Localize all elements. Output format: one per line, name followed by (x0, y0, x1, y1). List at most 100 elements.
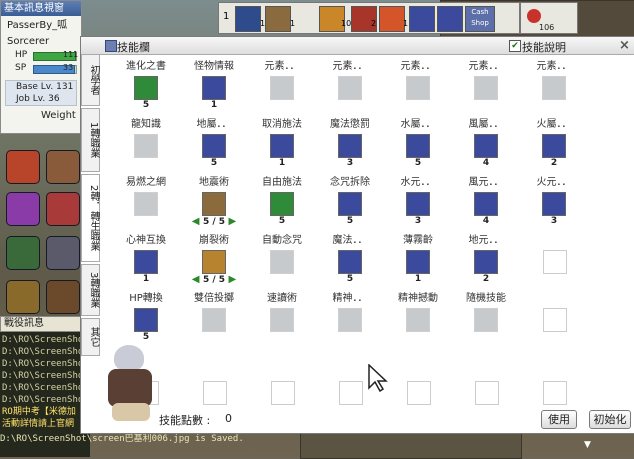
skill-slot[interactable]: 地元．． 2 (453, 235, 519, 293)
skill-icon[interactable] (202, 134, 226, 158)
potion-slot[interactable]: 106 (520, 2, 578, 34)
skill-slot[interactable]: 火元．． 3 (521, 177, 587, 235)
chat-title[interactable]: 戰役訊息 (0, 316, 90, 332)
party-icon[interactable] (6, 192, 40, 226)
chat-line-2: D:\RO\ScreenShot (2, 347, 88, 357)
skill-slot[interactable]: 自由施法 5 (249, 177, 315, 235)
character-icon[interactable] (46, 150, 80, 184)
skill-slot[interactable]: 自動念咒 (249, 235, 315, 293)
skill-icon[interactable] (474, 76, 498, 100)
skill-slot[interactable]: 元素．． (453, 61, 519, 119)
skill-slot[interactable]: 風元．． 4 (453, 177, 519, 235)
use-button[interactable]: 使用 (541, 410, 577, 429)
close-icon[interactable]: × (619, 38, 630, 53)
skill-icon[interactable] (474, 134, 498, 158)
hotbar-slot-5[interactable] (379, 6, 405, 32)
skill-slot[interactable]: 薄霧齡 1 (385, 235, 451, 293)
skill-icon[interactable] (474, 192, 498, 216)
skill-icon[interactable] (134, 192, 158, 216)
increase-level-icon[interactable]: ▶ (225, 216, 237, 227)
skill-icon[interactable] (338, 134, 362, 158)
skill-slot[interactable]: 精神撼動 (385, 293, 451, 351)
skill-slot[interactable]: 元素．． (249, 61, 315, 119)
skill-slot[interactable]: 元素．． (521, 61, 587, 119)
skill-slot[interactable]: 元素．． (385, 61, 451, 119)
equipment-icon[interactable] (6, 150, 40, 184)
skill-icon[interactable] (406, 250, 430, 274)
skill-window-titlebar[interactable]: 技能欄 ✔ 技能說明 × (81, 37, 634, 55)
reset-button[interactable]: 初始化 (589, 410, 631, 429)
skill-slot[interactable]: HP轉換 5 (113, 293, 179, 351)
chat-scroll-down-icon[interactable]: ▼ (584, 440, 591, 450)
hotbar-slot-7[interactable] (437, 6, 463, 32)
skill-icon[interactable] (202, 192, 226, 216)
skill-desc-checkbox[interactable]: ✔ (509, 40, 521, 52)
skill-slot[interactable]: 念咒拆除 5 (317, 177, 383, 235)
skill-icon[interactable] (202, 308, 226, 332)
skill-icon[interactable] (406, 308, 430, 332)
skill-slot[interactable]: 風屬．． 4 (453, 119, 519, 177)
skill-icon[interactable] (474, 308, 498, 332)
skill-icon[interactable] (134, 308, 158, 332)
skill-icon[interactable] (202, 76, 226, 100)
skill-icon[interactable] (134, 134, 158, 158)
tab-first-job[interactable]: 1轉職業 (81, 108, 100, 172)
skill-slot[interactable]: 心神互換 1 (113, 235, 179, 293)
skill-slot[interactable]: 魔法．． 5 (317, 235, 383, 293)
skill-icon[interactable] (134, 250, 158, 274)
skill-icon[interactable] (338, 250, 362, 274)
skill-icon[interactable] (270, 134, 294, 158)
skill-slot[interactable]: 崩裂術 ◀ 5 / 5 ▶ (181, 235, 247, 293)
skill-slot[interactable]: 易燃之網 (113, 177, 179, 235)
skill-slot[interactable]: 隨機技能 (453, 293, 519, 351)
guild-icon[interactable] (46, 192, 80, 226)
tab-second-job[interactable]: 2轉．轉生職業 (81, 174, 100, 262)
map-flag-icon[interactable] (6, 236, 40, 270)
skill-slot[interactable]: 魔法懲罰 3 (317, 119, 383, 177)
skill-icon[interactable] (270, 192, 294, 216)
skill-slot[interactable]: 精神．． (317, 293, 383, 351)
skill-icon[interactable] (270, 76, 294, 100)
tab-novice[interactable]: 初學者 (81, 54, 100, 106)
skill-icon[interactable] (542, 76, 566, 100)
skill-slot[interactable]: 火屬．． 2 (521, 119, 587, 177)
decrease-level-icon[interactable]: ◀ (192, 216, 203, 227)
skill-icon[interactable] (338, 308, 362, 332)
tab-other[interactable]: 其它 (81, 318, 100, 356)
increase-level-icon[interactable]: ▶ (225, 274, 237, 285)
cash-shop-button[interactable]: Cash Shop (465, 6, 495, 32)
tab-third-job[interactable]: 3轉職業 (81, 264, 100, 316)
hotbar-slot-6[interactable] (409, 6, 435, 32)
skill-icon[interactable] (542, 134, 566, 158)
skill-slot[interactable]: 地震術 ◀ 5 / 5 ▶ (181, 177, 247, 235)
skill-icon[interactable] (542, 192, 566, 216)
empty-skill-slot (271, 381, 295, 405)
skill-icon[interactable] (406, 134, 430, 158)
skill-slot[interactable]: 地屬．． 5 (181, 119, 247, 177)
decrease-level-icon[interactable]: ◀ (192, 274, 203, 285)
skill-icon[interactable] (338, 192, 362, 216)
skill-icon[interactable] (270, 250, 294, 274)
skill-icon[interactable] (270, 308, 294, 332)
skill-slot[interactable]: 取消施法 1 (249, 119, 315, 177)
skill-slot[interactable]: 元素．． (317, 61, 383, 119)
skill-slot[interactable]: 速讀術 (249, 293, 315, 351)
skill-slot[interactable]: 水屬．． 5 (385, 119, 451, 177)
skill-slot[interactable]: 龍知識 (113, 119, 179, 177)
skill-icon[interactable] (406, 192, 430, 216)
gear-icon[interactable] (46, 236, 80, 270)
book-icon[interactable] (46, 280, 80, 314)
skill-slot[interactable]: 怪物情報 1 (181, 61, 247, 119)
trophy-icon[interactable] (6, 280, 40, 314)
hotbar-slot-1[interactable] (235, 6, 261, 32)
skill-icon[interactable] (134, 76, 158, 100)
hotbar-slot-2[interactable] (265, 6, 291, 32)
skill-icon[interactable] (474, 250, 498, 274)
skill-icon[interactable] (202, 250, 226, 274)
skill-slot[interactable]: 雙倍投擲 (181, 293, 247, 351)
basic-info-title[interactable]: 基本訊息視窗 (1, 1, 81, 16)
skill-icon[interactable] (406, 76, 430, 100)
skill-slot[interactable]: 進化之書 5 (113, 61, 179, 119)
skill-icon[interactable] (338, 76, 362, 100)
skill-slot[interactable]: 水元．． 3 (385, 177, 451, 235)
